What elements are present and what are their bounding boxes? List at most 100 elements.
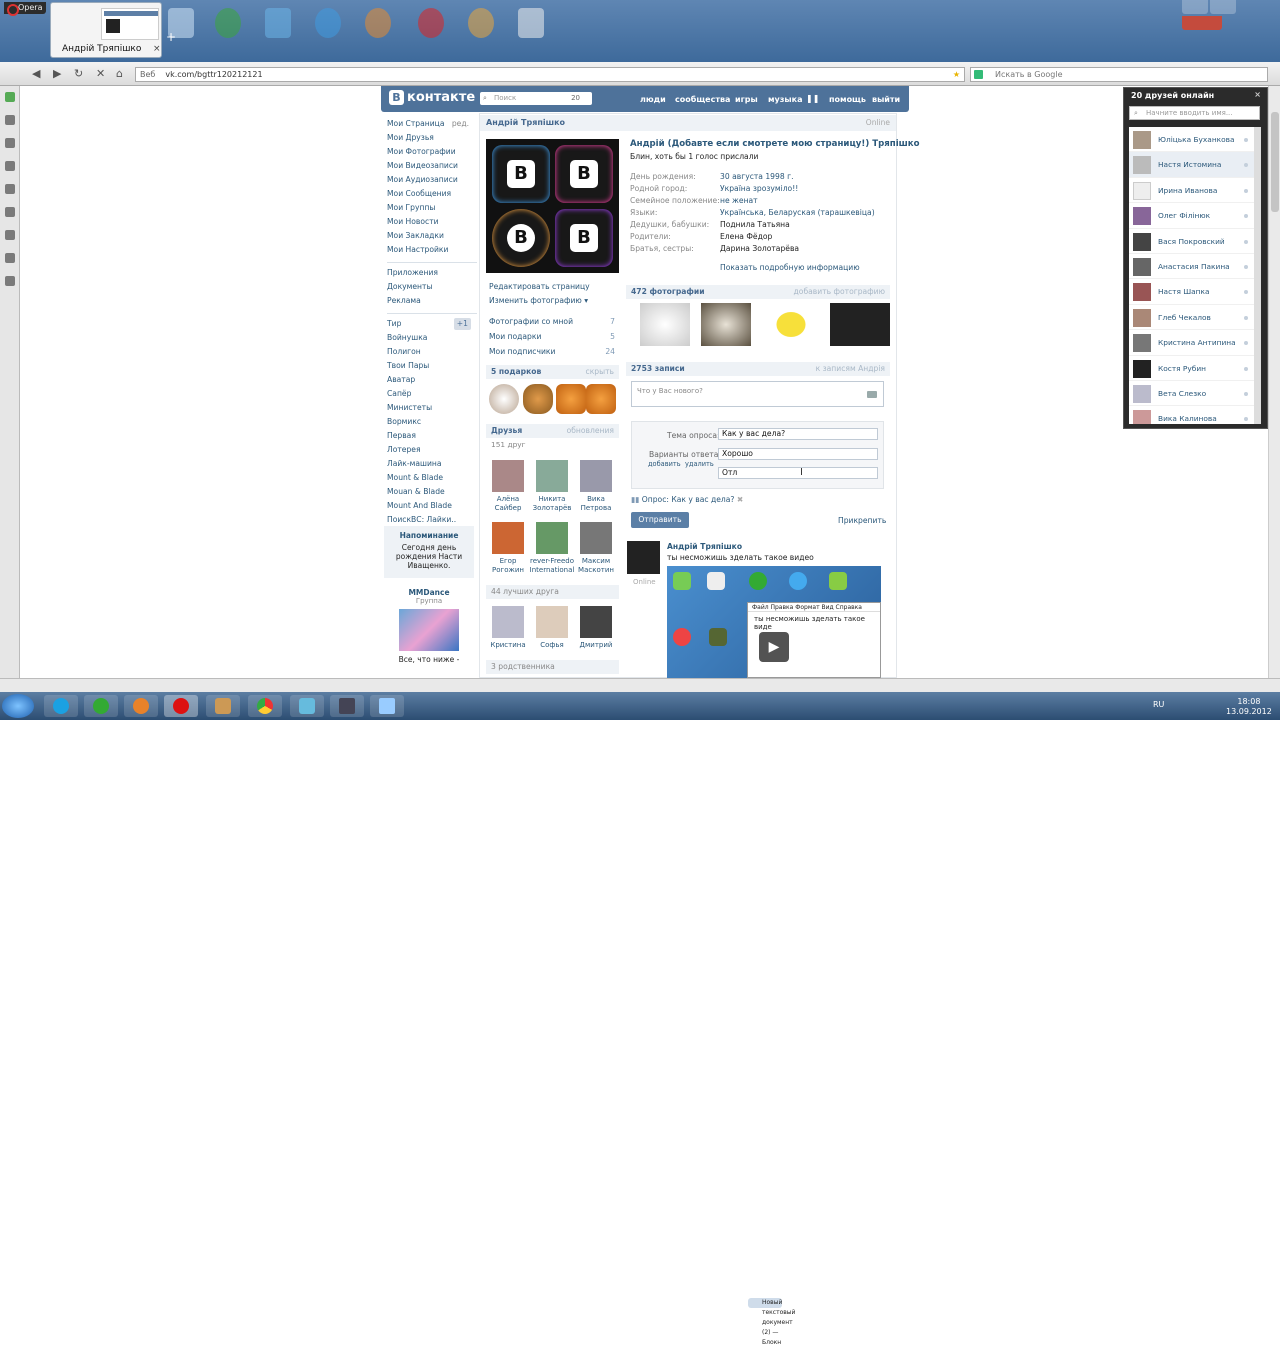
post-author[interactable]: Андрій Тряпішко — [667, 542, 742, 551]
friends-search-input[interactable]: ⌕ Начните вводить имя... — [1129, 106, 1260, 120]
panel-icon-bookmarks[interactable] — [5, 115, 15, 125]
panel-icon-history[interactable] — [5, 253, 15, 263]
forward-icon[interactable]: ▶ — [53, 67, 61, 80]
edit-link[interactable]: ред. — [452, 118, 469, 130]
new-tab-button[interactable]: + — [166, 30, 176, 44]
scroll-thumb[interactable] — [1271, 112, 1279, 212]
poll-add-answer-link[interactable]: добавить — [648, 460, 681, 468]
maximize-button[interactable] — [1210, 0, 1236, 14]
app-item[interactable]: Сапёр — [387, 388, 477, 402]
app-item[interactable]: Лайк-машина — [387, 458, 477, 472]
taskbar-skype[interactable] — [44, 695, 78, 717]
section-action[interactable]: скрыть — [586, 365, 614, 379]
menu-my-messages[interactable]: Мои Сообщения — [387, 188, 477, 202]
vk-search-input[interactable]: ⌕ Поиск 20 — [480, 92, 592, 105]
gift-image[interactable] — [523, 384, 553, 414]
send-button[interactable]: Отправить — [631, 512, 689, 528]
list-item[interactable]: Вика Калинова — [1129, 406, 1254, 424]
section-action[interactable]: к записям Андрія — [816, 362, 885, 376]
list-item[interactable]: Ирина Иванова — [1129, 178, 1254, 204]
panel-icon-speeddial[interactable] — [5, 92, 15, 102]
friend-card[interactable]: Дмитрий — [576, 606, 616, 650]
info-value[interactable]: Україна зрозуміло!! — [720, 184, 798, 193]
play-icon[interactable]: ▶ — [759, 632, 789, 662]
reload-icon[interactable]: ↻ — [74, 67, 83, 80]
panel-icon-settings[interactable] — [5, 161, 15, 171]
section-action[interactable]: добавить фотографию — [794, 285, 885, 299]
menu-my-photos[interactable]: Мои Фотографии — [387, 146, 477, 160]
show-more-info-link[interactable]: Показать подробную информацию — [720, 263, 860, 272]
taskbar-app[interactable] — [206, 695, 240, 717]
taskbar-opera[interactable] — [164, 695, 198, 717]
menu-my-news[interactable]: Мои Новости — [387, 216, 477, 230]
app-item[interactable]: Твои Пары — [387, 360, 477, 374]
panel-icon-add[interactable] — [5, 276, 15, 286]
taskbar-firefox[interactable] — [124, 695, 158, 717]
list-item[interactable]: Вася Покровский — [1129, 229, 1254, 254]
section-title[interactable]: 5 подарков — [491, 367, 541, 376]
friend-card[interactable]: Егор Рогожин — [488, 522, 528, 575]
app-item[interactable]: Mouan & Blade — [387, 486, 477, 500]
list-item[interactable]: Вета Слезко — [1129, 381, 1254, 407]
photo-thumbnail[interactable] — [701, 303, 751, 346]
google-search-input[interactable]: Искать в Google — [970, 67, 1268, 82]
section-title[interactable]: 472 фотографии — [631, 287, 705, 296]
edit-page-link[interactable]: Редактировать страницу — [489, 282, 590, 291]
list-item[interactable]: Костя Рубин — [1129, 356, 1254, 381]
menu-apps[interactable]: Приложения — [387, 267, 477, 281]
list-item[interactable]: Настя Истомина — [1129, 152, 1254, 178]
section-title[interactable]: 2753 записи — [631, 364, 685, 373]
start-button[interactable] — [2, 694, 34, 718]
birthday-reminder[interactable]: Напоминание Сегодня день рождения Насти … — [384, 526, 474, 578]
list-item[interactable]: Анастасия Пакина — [1129, 254, 1254, 280]
nav-music[interactable]: музыка — [768, 95, 802, 104]
my-gifts-link[interactable]: Мои подарки 5 — [489, 332, 615, 341]
info-value[interactable]: не женат — [720, 196, 758, 205]
post-video[interactable]: Новый текстовый документ (2) — Блокн Фай… — [667, 566, 881, 1346]
gift-image[interactable] — [586, 384, 616, 414]
post-author-avatar[interactable] — [627, 541, 660, 574]
photo-thumbnail[interactable] — [640, 303, 690, 346]
stop-icon[interactable]: ✕ — [96, 67, 105, 80]
list-item[interactable]: Настя Шапка — [1129, 279, 1254, 305]
section-title[interactable]: Друзья — [491, 426, 522, 435]
taskbar-notepad[interactable] — [370, 695, 404, 717]
app-item[interactable]: Вормикс — [387, 416, 477, 430]
list-item[interactable]: Олег Філінюк — [1129, 203, 1254, 229]
tab-title[interactable]: Андрій Тряпішко — [62, 44, 141, 54]
back-icon[interactable]: ◀ — [32, 67, 40, 80]
taskbar-app[interactable] — [290, 695, 324, 717]
app-item[interactable]: Mount And Blade — [387, 500, 477, 514]
poll-answer-input[interactable]: Хорошо — [718, 448, 878, 460]
taskbar-app[interactable] — [84, 695, 118, 717]
system-clock[interactable]: 18:08 13.09.2012 — [1226, 697, 1272, 717]
poll-topic-input[interactable]: Как у вас дела? — [718, 428, 878, 440]
menu-documents[interactable]: Документы — [387, 281, 477, 295]
profile-avatar[interactable]: B B B B — [486, 139, 619, 273]
app-item[interactable]: Mount & Blade — [387, 472, 477, 486]
panel-icon-star[interactable] — [5, 138, 15, 148]
language-indicator[interactable]: RU — [1153, 700, 1164, 709]
info-value[interactable]: 30 августа 1998 г. — [720, 172, 794, 181]
page-scrollbar[interactable] — [1268, 86, 1280, 678]
friend-card[interactable]: Максим Маскотин — [576, 522, 616, 575]
nav-people[interactable]: люди — [640, 95, 666, 104]
taskbar-app[interactable] — [330, 695, 364, 717]
taskbar-chrome[interactable] — [248, 695, 282, 717]
remove-poll-icon[interactable]: ✖ — [737, 495, 743, 504]
photo-thumbnail[interactable] — [766, 303, 816, 346]
opera-menu-button[interactable]: Opera — [4, 2, 46, 16]
profile-status[interactable]: Блин, хоть бы 1 голос прислали — [630, 152, 759, 161]
poll-remove-answer-link[interactable]: удалить — [685, 460, 714, 468]
menu-my-friends[interactable]: Мои Друзья — [387, 132, 477, 146]
minimize-button[interactable] — [1182, 0, 1208, 14]
friend-card[interactable]: rever-Freedo International — [528, 522, 576, 575]
panel-icon-transfers[interactable] — [5, 207, 15, 217]
list-item[interactable]: Юлiцька Буханкова — [1129, 127, 1254, 153]
close-icon[interactable]: × — [1254, 90, 1261, 99]
menu-my-page[interactable]: Мои Страница ред. — [387, 118, 477, 132]
gift-image[interactable] — [556, 384, 586, 414]
photos-with-me-link[interactable]: Фотографии со мной 7 — [489, 317, 615, 326]
photo-thumbnail[interactable] — [830, 303, 890, 346]
menu-my-settings[interactable]: Мои Настройки — [387, 244, 477, 258]
